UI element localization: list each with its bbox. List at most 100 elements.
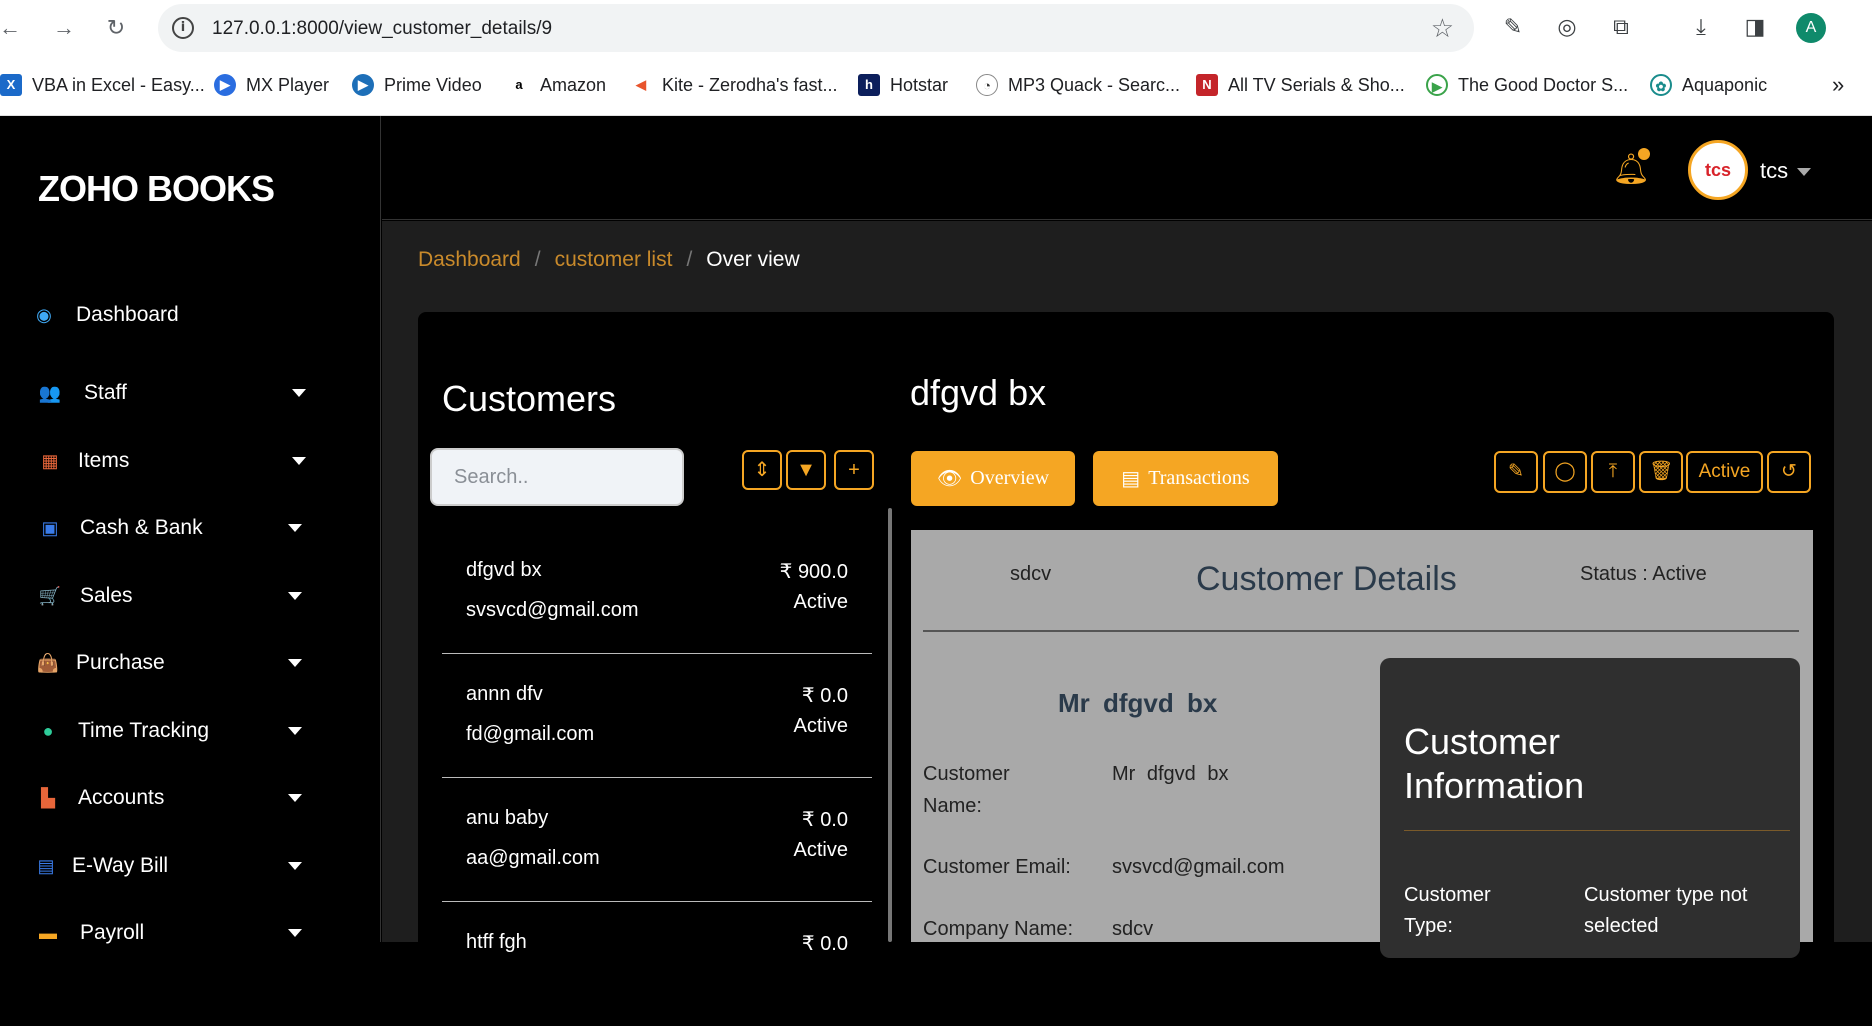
customer-list-item[interactable]: dfgvd bx svsvcd@gmail.com ₹ 900.0 Active [442, 531, 872, 654]
user-avatar[interactable]: tcs [1688, 140, 1748, 200]
side-panel-icon[interactable]: ◨ [1740, 12, 1770, 42]
field-value-customer-name: Mr dfgvd bx [1112, 763, 1229, 785]
customer-detail-title: dfgvd bx [910, 372, 1047, 413]
customer-balance: ₹ 0.0 [801, 933, 848, 955]
reload-icon[interactable]: ↻ [100, 12, 132, 44]
bookmark-item[interactable]: ▶ The Good Doctor S... [1426, 72, 1628, 98]
bookmark-label: Hotstar [890, 74, 949, 95]
address-bar[interactable]: i 127.0.0.1:8000/view_customer_details/9… [158, 4, 1474, 52]
breadcrumb-dashboard[interactable]: Dashboard [418, 248, 521, 272]
sidebar-item-eway-bill[interactable]: ▤ E-Way Bill [0, 841, 381, 891]
breadcrumb-current: Over view [706, 248, 800, 271]
add-customer-icon[interactable]: + [834, 450, 874, 490]
play-icon: ▶ [214, 74, 236, 96]
bookmark-item[interactable]: ◀ Kite - Zerodha's fast... [630, 72, 838, 98]
bookmark-label: VBA in Excel - Easy... [32, 74, 205, 95]
chevron-down-icon[interactable] [288, 659, 302, 667]
users-icon: 👥 [38, 383, 62, 403]
extensions-icon[interactable]: ⧉ [1606, 12, 1636, 42]
duck-icon: ◔ [976, 74, 998, 96]
profile-avatar[interactable]: A [1796, 13, 1826, 43]
customer-type-label: Customer Type: [1404, 884, 1491, 937]
edit-icon[interactable]: ✎ [1494, 451, 1538, 493]
back-icon[interactable]: ← [0, 12, 26, 44]
bookmark-label: Kite - Zerodha's fast... [662, 74, 838, 95]
excel-x-icon: X [0, 74, 22, 96]
bookmark-label: The Good Doctor S... [1458, 74, 1629, 95]
sidebar-item-time-tracking[interactable]: ● Time Tracking [0, 706, 381, 756]
breadcrumb: Dashboard / customer list / Over view [418, 248, 800, 272]
play-icon: ▶ [352, 74, 374, 96]
bookmark-item[interactable]: ✿ Aquaponic [1650, 72, 1767, 98]
sidebar-item-purchase[interactable]: 👜 Purchase [0, 638, 381, 688]
customer-list-scrollbar[interactable] [888, 508, 892, 942]
user-menu-chevron-icon[interactable] [1797, 168, 1811, 176]
tv-icon: N [1196, 74, 1218, 96]
tab-overview[interactable]: 👁︎ Overview [911, 451, 1075, 506]
chevron-down-icon[interactable] [288, 929, 302, 937]
bookmark-item[interactable]: ▶ Prime Video [352, 72, 482, 98]
bookmark-item[interactable]: a Amazon [508, 72, 606, 98]
sidebar-item-payroll[interactable]: ▬ Payroll [0, 908, 381, 958]
username[interactable]: tcs [1760, 158, 1788, 184]
site-info-icon[interactable]: i [172, 17, 194, 39]
customer-list-item[interactable]: annn dfv fd@gmail.com ₹ 0.0 Active [442, 655, 872, 778]
forward-icon[interactable]: → [48, 12, 80, 44]
bookmark-item[interactable]: N All TV Serials & Sho... [1196, 72, 1405, 98]
chart-icon: ▙ [41, 788, 55, 808]
search-input[interactable] [430, 448, 684, 506]
bookmark-star-icon[interactable]: ☆ [1431, 13, 1454, 44]
instagram-icon[interactable]: ◎ [1552, 12, 1582, 42]
bookmark-label: MP3 Quack - Searc... [1008, 74, 1181, 95]
notification-badge [1638, 148, 1650, 160]
chevron-down-icon[interactable] [288, 727, 302, 735]
customer-list-item[interactable]: anu baby aa@gmail.com ₹ 0.0 Active [442, 779, 872, 902]
chevron-down-icon[interactable] [292, 389, 306, 397]
delete-icon[interactable]: 🗑︎ [1639, 451, 1683, 493]
chevron-down-icon[interactable] [288, 794, 302, 802]
history-icon[interactable]: ↺ [1767, 451, 1811, 493]
divider [1404, 830, 1790, 831]
clock-icon: ● [42, 721, 54, 741]
status-active-button[interactable]: Active [1686, 451, 1763, 493]
chevron-down-icon[interactable] [288, 862, 302, 870]
document-icon: ▤ [37, 856, 55, 876]
sidebar-item-dashboard[interactable]: ◉ Dashboard [0, 290, 381, 340]
sidebar-item-accounts[interactable]: ▙ Accounts [0, 773, 381, 823]
tab-transactions[interactable]: ▤ Transactions [1093, 451, 1278, 506]
sort-icon[interactable]: ⇕ [742, 450, 782, 490]
amazon-icon: a [508, 74, 530, 96]
chevron-down-icon[interactable] [292, 457, 306, 465]
upload-icon[interactable]: ⤒ [1591, 451, 1635, 493]
comment-icon[interactable]: ◯ [1543, 451, 1587, 493]
more-bookmarks-icon[interactable]: » [1832, 72, 1844, 98]
bookmark-item[interactable]: X VBA in Excel - Easy... [0, 72, 205, 98]
sidebar: ZOHO BOOKS ◉ Dashboard 👥 Staff ▦ Items ▣… [0, 116, 381, 944]
sidebar-item-cash-bank[interactable]: ▣ Cash & Bank [0, 503, 381, 553]
bookmark-item[interactable]: ▶ MX Player [214, 72, 329, 98]
sidebar-item-items[interactable]: ▦ Items [0, 436, 381, 486]
customer-list-item[interactable]: htff fgh ₹ 0.0 [442, 903, 872, 1026]
customer-email: svsvcd@gmail.com [466, 599, 639, 621]
breadcrumb-customer-list[interactable]: customer list [555, 248, 673, 272]
bookmark-item[interactable]: h Hotstar [858, 72, 948, 98]
chevron-down-icon[interactable] [288, 524, 302, 532]
customer-details-heading: Customer Details [1196, 560, 1457, 598]
customer-status: Active [793, 839, 848, 861]
chevron-down-icon[interactable] [288, 592, 302, 600]
bookmark-item[interactable]: ◔ MP3 Quack - Searc... [976, 72, 1180, 98]
customer-balance: ₹ 0.0 [801, 809, 848, 831]
browser-chrome: ← → ↻ i 127.0.0.1:8000/view_customer_det… [0, 0, 1872, 116]
table-icon: ▦ [41, 451, 59, 471]
customer-email: fd@gmail.com [466, 723, 595, 745]
sidebar-item-label: Purchase [76, 651, 165, 674]
sidebar-item-staff[interactable]: 👥 Staff [0, 368, 381, 418]
url-text[interactable]: 127.0.0.1:8000/view_customer_details/9 [212, 18, 552, 40]
filter-icon[interactable]: ▼ [786, 450, 826, 490]
field-value-customer-email: svsvcd@gmail.com [1112, 856, 1285, 878]
sidebar-item-sales[interactable]: 🛒 Sales [0, 571, 381, 621]
sidebar-item-label: Items [78, 449, 130, 472]
eyedropper-icon[interactable]: ✎ [1498, 12, 1528, 42]
download-icon[interactable]: ⤓ [1686, 12, 1716, 42]
brand-logo[interactable]: ZOHO BOOKS [38, 168, 275, 210]
